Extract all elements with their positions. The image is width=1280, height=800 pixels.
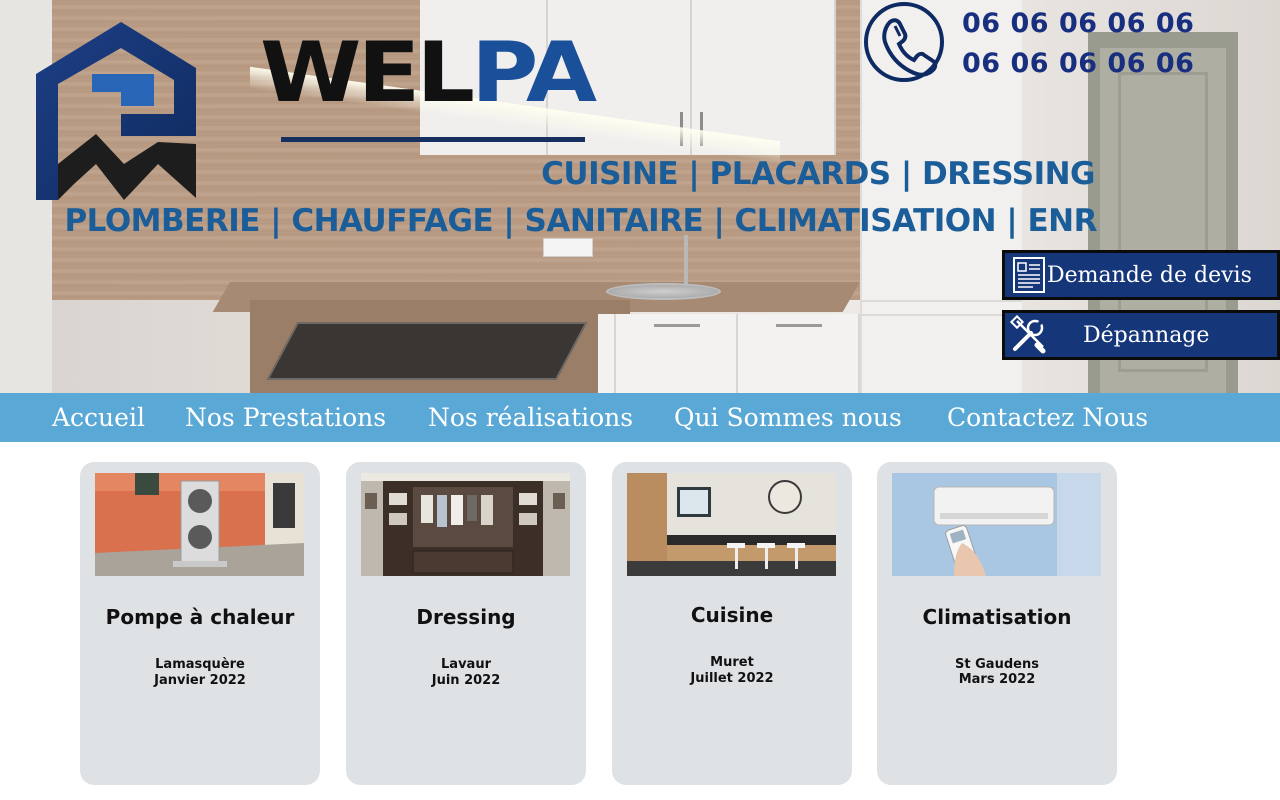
- project-title: Pompe à chaleur: [105, 605, 295, 629]
- air-conditioning-photo: [892, 473, 1101, 576]
- hero-base-cabinet: [598, 314, 616, 393]
- hero-sink: [606, 283, 721, 300]
- nav-item-projects[interactable]: Nos réalisations: [428, 393, 633, 442]
- project-location: Muret: [710, 655, 754, 670]
- project-title: Climatisation: [922, 605, 1072, 629]
- nav-item-home[interactable]: Accueil: [52, 393, 145, 442]
- phone-icon: [864, 2, 944, 82]
- hero-faucet: [684, 235, 688, 285]
- project-date: Mars 2022: [958, 672, 1036, 687]
- project-location: Lamasquère: [155, 657, 245, 672]
- logo-mark-icon[interactable]: [26, 14, 206, 210]
- brand-underline: [281, 137, 585, 142]
- main-nav: Accueil Nos Prestations Nos réalisations…: [0, 393, 1280, 442]
- tools-icon: [1009, 315, 1046, 354]
- hero-cabinet-seam: [860, 314, 1022, 316]
- project-card[interactable]: Dressing Lavaur Juin 2022: [346, 462, 586, 785]
- repair-service-button[interactable]: Dépannage: [1002, 310, 1280, 360]
- hero-banner: WELPA CUISINE | PLACARDS | DRESSING PLOM…: [0, 0, 1280, 393]
- project-date: Janvier 2022: [154, 673, 246, 688]
- project-location: St Gaudens: [955, 657, 1039, 672]
- hero-cooktop: [266, 322, 588, 380]
- tagline-furniture: CUISINE | PLACARDS | DRESSING: [541, 156, 1095, 192]
- hero-wall-outlet: [543, 238, 593, 257]
- nav-item-contact[interactable]: Contactez Nous: [947, 393, 1148, 442]
- quote-request-label: Demande de devis: [1047, 262, 1252, 288]
- heat-pump-photo: [95, 473, 304, 576]
- hero-base-cabinet: [616, 314, 738, 393]
- nav-item-services[interactable]: Nos Prestations: [185, 393, 386, 442]
- phone-number-primary[interactable]: 06 06 06 06 06: [962, 8, 1194, 39]
- nav-item-about[interactable]: Qui Sommes nous: [674, 393, 902, 442]
- document-icon: [1013, 257, 1045, 293]
- tagline-services: PLOMBERIE | CHAUFFAGE | SANITAIRE | CLIM…: [64, 203, 1097, 239]
- phone-number-secondary[interactable]: 06 06 06 06 06: [962, 48, 1194, 79]
- hero-cabinet-handle: [776, 324, 822, 327]
- brand-wordmark-part2: PA: [470, 24, 597, 121]
- project-date: Juin 2022: [431, 673, 501, 688]
- hero-cabinet-seam: [860, 300, 1022, 302]
- project-card[interactable]: Cuisine Muret Juillet 2022: [612, 462, 852, 785]
- quote-request-button[interactable]: Demande de devis: [1002, 250, 1280, 300]
- project-title: Dressing: [416, 605, 516, 629]
- project-card[interactable]: Climatisation St Gaudens Mars 2022: [877, 462, 1117, 785]
- hero-base-cabinet: [738, 314, 860, 393]
- brand-wordmark[interactable]: WELPA: [260, 30, 597, 116]
- project-card[interactable]: Pompe à chaleur Lamasquère Janvier 2022: [80, 462, 320, 785]
- dressing-photo: [361, 473, 570, 576]
- repair-service-label: Dépannage: [1083, 322, 1210, 348]
- project-date: Juillet 2022: [690, 671, 774, 686]
- project-location: Lavaur: [441, 657, 491, 672]
- kitchen-photo: [627, 473, 836, 576]
- project-title: Cuisine: [690, 603, 774, 627]
- hero-cabinet-handle: [654, 324, 700, 327]
- brand-wordmark-part1: WEL: [260, 24, 475, 121]
